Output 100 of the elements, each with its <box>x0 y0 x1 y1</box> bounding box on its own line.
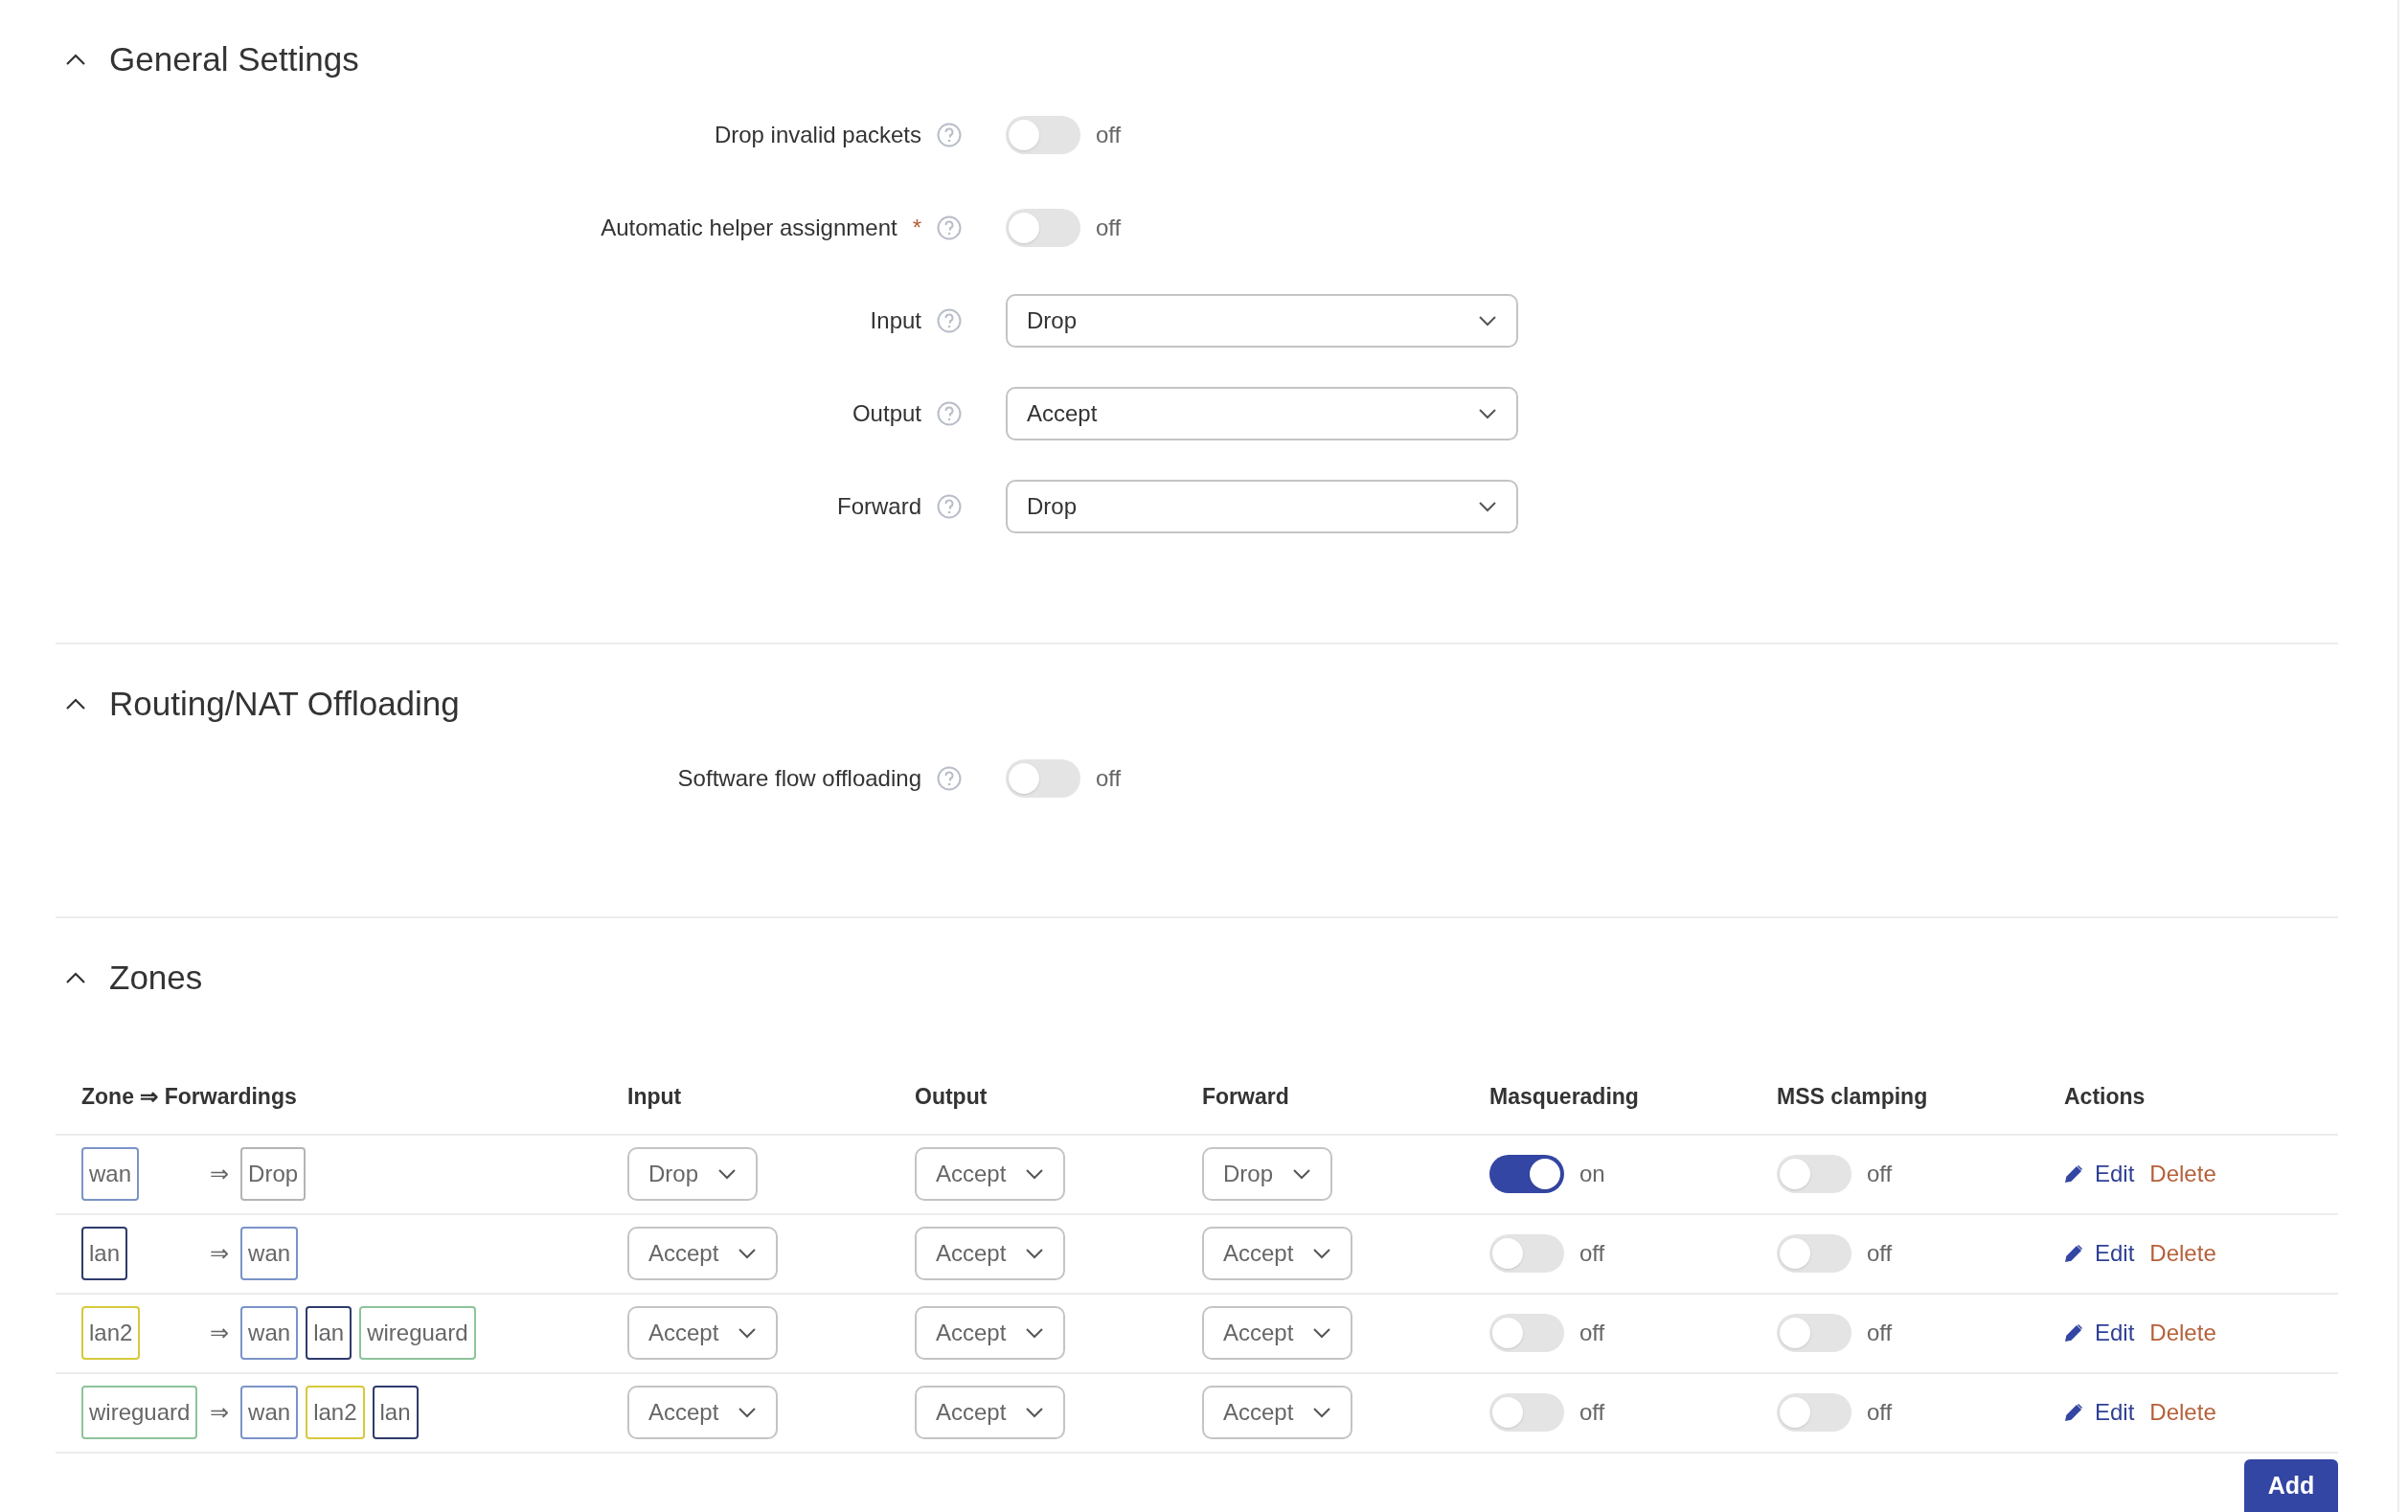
policy-dropdown[interactable]: Accept <box>627 1227 779 1280</box>
forwarding-arrow: ⇒ <box>209 1160 231 1189</box>
forwarding-arrow: ⇒ <box>209 1319 231 1348</box>
dropdown-caret-icon <box>1292 1168 1312 1180</box>
toggle-switch[interactable] <box>1489 1314 1564 1352</box>
delete-button[interactable]: Delete <box>2149 1316 2216 1350</box>
dropdown-caret-icon <box>1478 407 1497 419</box>
forwarding-arrow: ⇒ <box>209 1398 231 1428</box>
help-icon[interactable] <box>937 766 962 791</box>
dropdown-caret-icon <box>1025 1407 1045 1418</box>
dropdown-caret-icon <box>1025 1248 1045 1259</box>
delete-button[interactable]: Delete <box>2149 1236 2216 1271</box>
policy-dropdown[interactable]: Accept <box>627 1306 779 1360</box>
zone-tag: lan2 <box>306 1386 365 1439</box>
toggle-state-text: off <box>1096 213 1122 242</box>
toggle-state-text: off <box>1579 1239 1605 1268</box>
forwarding-arrow: ⇒ <box>209 1239 231 1269</box>
column-header: Output <box>915 1082 988 1111</box>
zone-tag: lan <box>81 1227 128 1280</box>
toggle-state-text: off <box>1867 1319 1893 1347</box>
toggle-state-text: off <box>1096 764 1122 793</box>
zone-tag: lan <box>372 1386 419 1439</box>
dropdown-caret-icon <box>738 1248 758 1259</box>
help-icon[interactable] <box>937 214 962 240</box>
dropdown-caret-icon <box>738 1327 758 1339</box>
policy-dropdown[interactable]: Accept <box>1006 386 1518 440</box>
toggle-switch[interactable] <box>1006 208 1080 247</box>
policy-dropdown[interactable]: Drop <box>1006 293 1518 348</box>
setting-label: Automatic helper assignment <box>601 213 897 242</box>
setting-label: Drop invalid packets <box>714 120 921 149</box>
pencil-icon <box>2064 1244 2083 1263</box>
policy-dropdown[interactable]: Accept <box>915 1306 1066 1360</box>
toggle-switch[interactable] <box>1777 1155 1851 1193</box>
section-heading: Routing/NAT Offloading <box>109 683 460 724</box>
policy-dropdown[interactable]: Accept <box>1202 1306 1353 1360</box>
delete-button[interactable]: Delete <box>2149 1157 2216 1191</box>
help-icon[interactable] <box>937 493 962 519</box>
section-heading: General Settings <box>109 39 359 79</box>
collapse-chevron-icon[interactable] <box>65 971 86 985</box>
column-header: Masquerading <box>1489 1082 1640 1111</box>
policy-dropdown[interactable]: Drop <box>1006 479 1518 533</box>
setting-label: Forward <box>836 491 921 521</box>
help-icon[interactable] <box>937 400 962 426</box>
policy-dropdown[interactable]: Drop <box>627 1147 759 1201</box>
section-heading: Zones <box>109 958 203 998</box>
dropdown-caret-icon <box>738 1407 758 1418</box>
zone-tag: lan2 <box>81 1306 141 1360</box>
policy-dropdown[interactable]: Accept <box>915 1147 1066 1201</box>
setting-label: Input <box>870 305 921 335</box>
toggle-switch[interactable] <box>1777 1393 1851 1432</box>
toggle-switch[interactable] <box>1489 1234 1564 1273</box>
pencil-icon <box>2064 1164 2083 1184</box>
toggle-switch[interactable] <box>1489 1155 1564 1193</box>
zone-tag: lan <box>306 1306 352 1360</box>
pencil-icon <box>2064 1403 2083 1422</box>
toggle-state-text: off <box>1867 1160 1893 1188</box>
collapse-chevron-icon[interactable] <box>65 696 86 711</box>
collapse-chevron-icon[interactable] <box>65 53 86 67</box>
zone-tag: wan <box>240 1386 299 1439</box>
column-header: Actions <box>2064 1082 2147 1111</box>
dropdown-caret-icon <box>1025 1327 1045 1339</box>
toggle-switch[interactable] <box>1777 1234 1851 1273</box>
dropdown-caret-icon <box>1478 314 1497 327</box>
policy-dropdown[interactable]: Accept <box>1202 1386 1353 1439</box>
policy-dropdown[interactable]: Accept <box>627 1386 779 1439</box>
toggle-state-text: off <box>1867 1398 1893 1427</box>
toggle-switch[interactable] <box>1006 759 1080 798</box>
zone-tag: wan <box>240 1306 299 1360</box>
pencil-icon <box>2064 1323 2083 1343</box>
column-header: Input <box>627 1082 683 1111</box>
edit-button[interactable]: Edit <box>2064 1157 2135 1191</box>
toggle-switch[interactable] <box>1777 1314 1851 1352</box>
toggle-state-text: off <box>1096 120 1122 149</box>
add-button[interactable]: Add <box>2244 1458 2338 1512</box>
setting-label: Output <box>852 398 921 428</box>
policy-dropdown[interactable]: Accept <box>915 1227 1066 1280</box>
column-header: Forward <box>1202 1082 1290 1111</box>
policy-dropdown[interactable]: Accept <box>915 1386 1066 1439</box>
zone-tag: wan <box>81 1147 140 1201</box>
toggle-switch[interactable] <box>1006 115 1080 154</box>
zone-tag: wireguard <box>81 1386 198 1439</box>
help-icon[interactable] <box>937 122 962 147</box>
policy-dropdown[interactable]: Accept <box>1202 1227 1353 1280</box>
help-icon[interactable] <box>937 307 962 333</box>
edit-button[interactable]: Edit <box>2064 1395 2135 1430</box>
toggle-state-text: off <box>1867 1239 1893 1268</box>
delete-button[interactable]: Delete <box>2149 1395 2216 1430</box>
zone-tag: wan <box>240 1227 299 1280</box>
dropdown-caret-icon <box>1478 500 1497 512</box>
dropdown-caret-icon <box>1312 1407 1332 1418</box>
dropdown-caret-icon <box>1312 1248 1332 1259</box>
edit-button[interactable]: Edit <box>2064 1236 2135 1271</box>
toggle-switch[interactable] <box>1489 1393 1564 1432</box>
dropdown-caret-icon <box>1025 1168 1045 1180</box>
edit-button[interactable]: Edit <box>2064 1316 2135 1350</box>
toggle-state-text: off <box>1579 1398 1605 1427</box>
zone-tag: Drop <box>240 1147 307 1201</box>
required-mark: * <box>912 213 921 242</box>
policy-dropdown[interactable]: Drop <box>1202 1147 1333 1201</box>
dropdown-caret-icon <box>717 1168 738 1180</box>
